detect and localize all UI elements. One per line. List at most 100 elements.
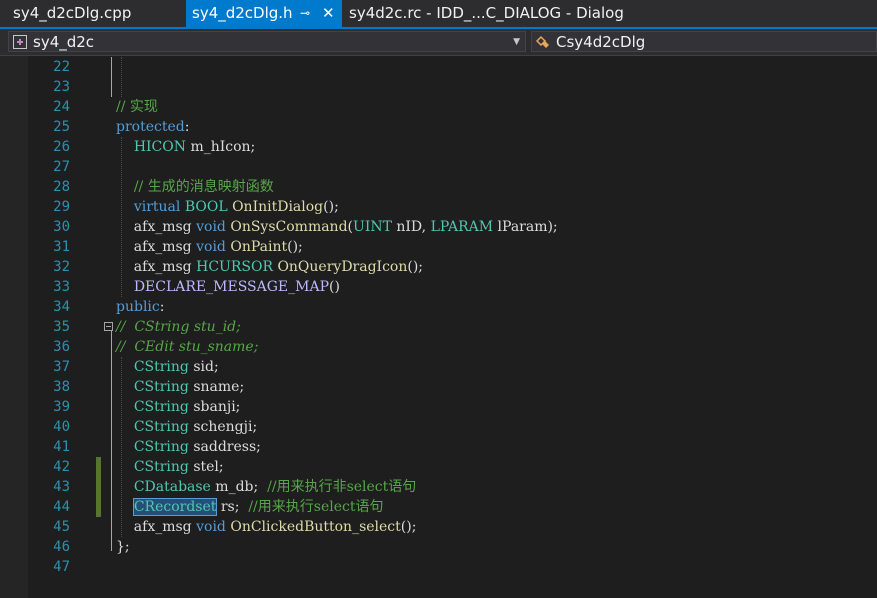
code-line[interactable]: 37 CString sid;: [0, 357, 877, 377]
code-line[interactable]: 29 virtual BOOL OnInitDialog();: [0, 197, 877, 217]
code-text[interactable]: public:: [116, 297, 164, 317]
line-number: 26: [53, 139, 70, 155]
code-line[interactable]: 47: [0, 557, 877, 577]
tab-label: sy4_d2cDlg.h: [192, 4, 293, 22]
code-line[interactable]: 39 CString sbanji;: [0, 397, 877, 417]
code-text[interactable]: // CEdit stu_sname;: [116, 337, 258, 357]
code-text[interactable]: afx_msg HCURSOR OnQueryDragIcon();: [116, 257, 423, 277]
code-text[interactable]: afx_msg void OnSysCommand(UINT nID, LPAR…: [116, 217, 558, 237]
code-line[interactable]: 41 CString saddress;: [0, 437, 877, 457]
code-text[interactable]: afx_msg void OnPaint();: [116, 237, 303, 257]
code-token: CString: [133, 359, 189, 375]
change-marker: [96, 457, 101, 517]
code-token: ();: [400, 519, 417, 535]
code-token: schengji;: [188, 419, 258, 435]
code-token: OnPaint: [230, 239, 288, 255]
code-text[interactable]: afx_msg void OnClickedButton_select();: [116, 517, 417, 537]
code-token: // 生成的消息映射函数: [133, 179, 274, 195]
code-text[interactable]: CString schengji;: [116, 417, 257, 437]
code-line[interactable]: 33 DECLARE_MESSAGE_MAP(): [0, 277, 877, 297]
document-tab-bar: sy4_d2cDlg.cpp sy4_d2cDlg.h ⊸ ✕ sy4d2c.r…: [0, 0, 877, 27]
line-number: 43: [53, 479, 70, 495]
class-dropdown[interactable]: Csy4d2cDlg: [531, 31, 877, 52]
code-token: //用来执行非select语句: [267, 479, 417, 495]
line-number: 42: [53, 459, 70, 475]
project-dropdown[interactable]: sy4_d2c ▼: [8, 31, 526, 52]
code-token: sid;: [188, 359, 219, 375]
code-text[interactable]: CString stel;: [116, 457, 224, 477]
code-token: saddress;: [188, 439, 261, 455]
code-token: // CString stu_id;: [116, 319, 241, 335]
code-token: CString: [133, 399, 189, 415]
line-number: 37: [53, 359, 70, 375]
code-text[interactable]: protected:: [116, 117, 189, 137]
tab-sy4-d2cdlg-cpp[interactable]: sy4_d2cDlg.cpp: [13, 0, 131, 27]
code-text[interactable]: CRecordset rs; //用来执行select语句: [116, 497, 383, 517]
code-token: OnClickedButton_select: [230, 519, 401, 535]
code-line[interactable]: 35 // CString stu_id;: [0, 317, 877, 337]
code-line[interactable]: 45 afx_msg void OnClickedButton_select()…: [0, 517, 877, 537]
code-text[interactable]: // 实现: [116, 97, 158, 117]
code-text[interactable]: DECLARE_MESSAGE_MAP(): [116, 277, 340, 297]
code-text[interactable]: // CString stu_id;: [116, 317, 241, 337]
code-token: rs;: [216, 499, 249, 515]
code-text[interactable]: CString sbanji;: [116, 397, 241, 417]
code-line[interactable]: 23: [0, 77, 877, 97]
code-line[interactable]: 25 protected:: [0, 117, 877, 137]
code-line[interactable]: 38 CString sname;: [0, 377, 877, 397]
code-line[interactable]: 28 // 生成的消息映射函数: [0, 177, 877, 197]
code-text[interactable]: virtual BOOL OnInitDialog();: [116, 197, 339, 217]
code-line[interactable]: 42 CString stel;: [0, 457, 877, 477]
code-line[interactable]: 26 HICON m_hIcon;: [0, 137, 877, 157]
project-icon: [13, 35, 27, 49]
code-line[interactable]: 22: [0, 57, 877, 77]
code-token: nID,: [391, 219, 431, 235]
code-line[interactable]: 36 // CEdit stu_sname;: [0, 337, 877, 357]
chevron-down-icon: ▼: [513, 37, 520, 47]
code-text[interactable]: CString saddress;: [116, 437, 261, 457]
code-token: afx_msg: [116, 519, 197, 535]
code-token: lParam);: [493, 219, 558, 235]
code-line[interactable]: 44 CRecordset rs; //用来执行select语句: [0, 497, 877, 517]
code-line[interactable]: 31 afx_msg void OnPaint();: [0, 237, 877, 257]
tab-sy4d2c-rc-dialog[interactable]: sy4d2c.rc - IDD_...C_DIALOG - Dialog: [349, 0, 624, 27]
code-token: CDatabase: [133, 479, 211, 495]
code-line[interactable]: 30 afx_msg void OnSysCommand(UINT nID, L…: [0, 217, 877, 237]
scope-line: [111, 57, 112, 97]
code-token: CString: [133, 459, 189, 475]
scope-line: [111, 331, 112, 551]
code-line[interactable]: 34 public:: [0, 297, 877, 317]
code-line[interactable]: 32 afx_msg HCURSOR OnQueryDragIcon();: [0, 257, 877, 277]
code-token: ();: [323, 199, 339, 215]
code-text[interactable]: // 生成的消息映射函数: [116, 177, 274, 197]
line-number: 24: [53, 99, 70, 115]
close-icon[interactable]: ✕: [322, 0, 335, 27]
navigation-bar: sy4_d2c ▼ Csy4d2cDlg: [0, 29, 877, 56]
code-line[interactable]: 43 CDatabase m_db; //用来执行非select语句: [0, 477, 877, 497]
line-number: 33: [53, 279, 70, 295]
code-line[interactable]: 27: [0, 157, 877, 177]
code-text[interactable]: CDatabase m_db; //用来执行非select语句: [116, 477, 416, 497]
indent-guide: [121, 357, 122, 537]
code-line[interactable]: 46};: [0, 537, 877, 557]
code-token: virtual: [133, 199, 181, 215]
code-text[interactable]: HICON m_hIcon;: [116, 137, 255, 157]
pin-icon[interactable]: ⊸: [300, 0, 310, 27]
code-line[interactable]: 40 CString schengji;: [0, 417, 877, 437]
code-text[interactable]: CString sname;: [116, 377, 244, 397]
code-text[interactable]: CString sid;: [116, 357, 219, 377]
code-token: // CEdit stu_sname;: [116, 339, 259, 355]
tab-sy4-d2cdlg-h[interactable]: sy4_d2cDlg.h ⊸ ✕: [186, 0, 342, 27]
code-editor[interactable]: 22 23 24// 实现 25 protected: 26 HICON m_hIcon;…: [0, 56, 877, 598]
collapse-toggle-icon[interactable]: [104, 322, 113, 331]
code-text[interactable]: };: [116, 537, 130, 557]
code-line[interactable]: 24 // 实现: [0, 97, 877, 117]
